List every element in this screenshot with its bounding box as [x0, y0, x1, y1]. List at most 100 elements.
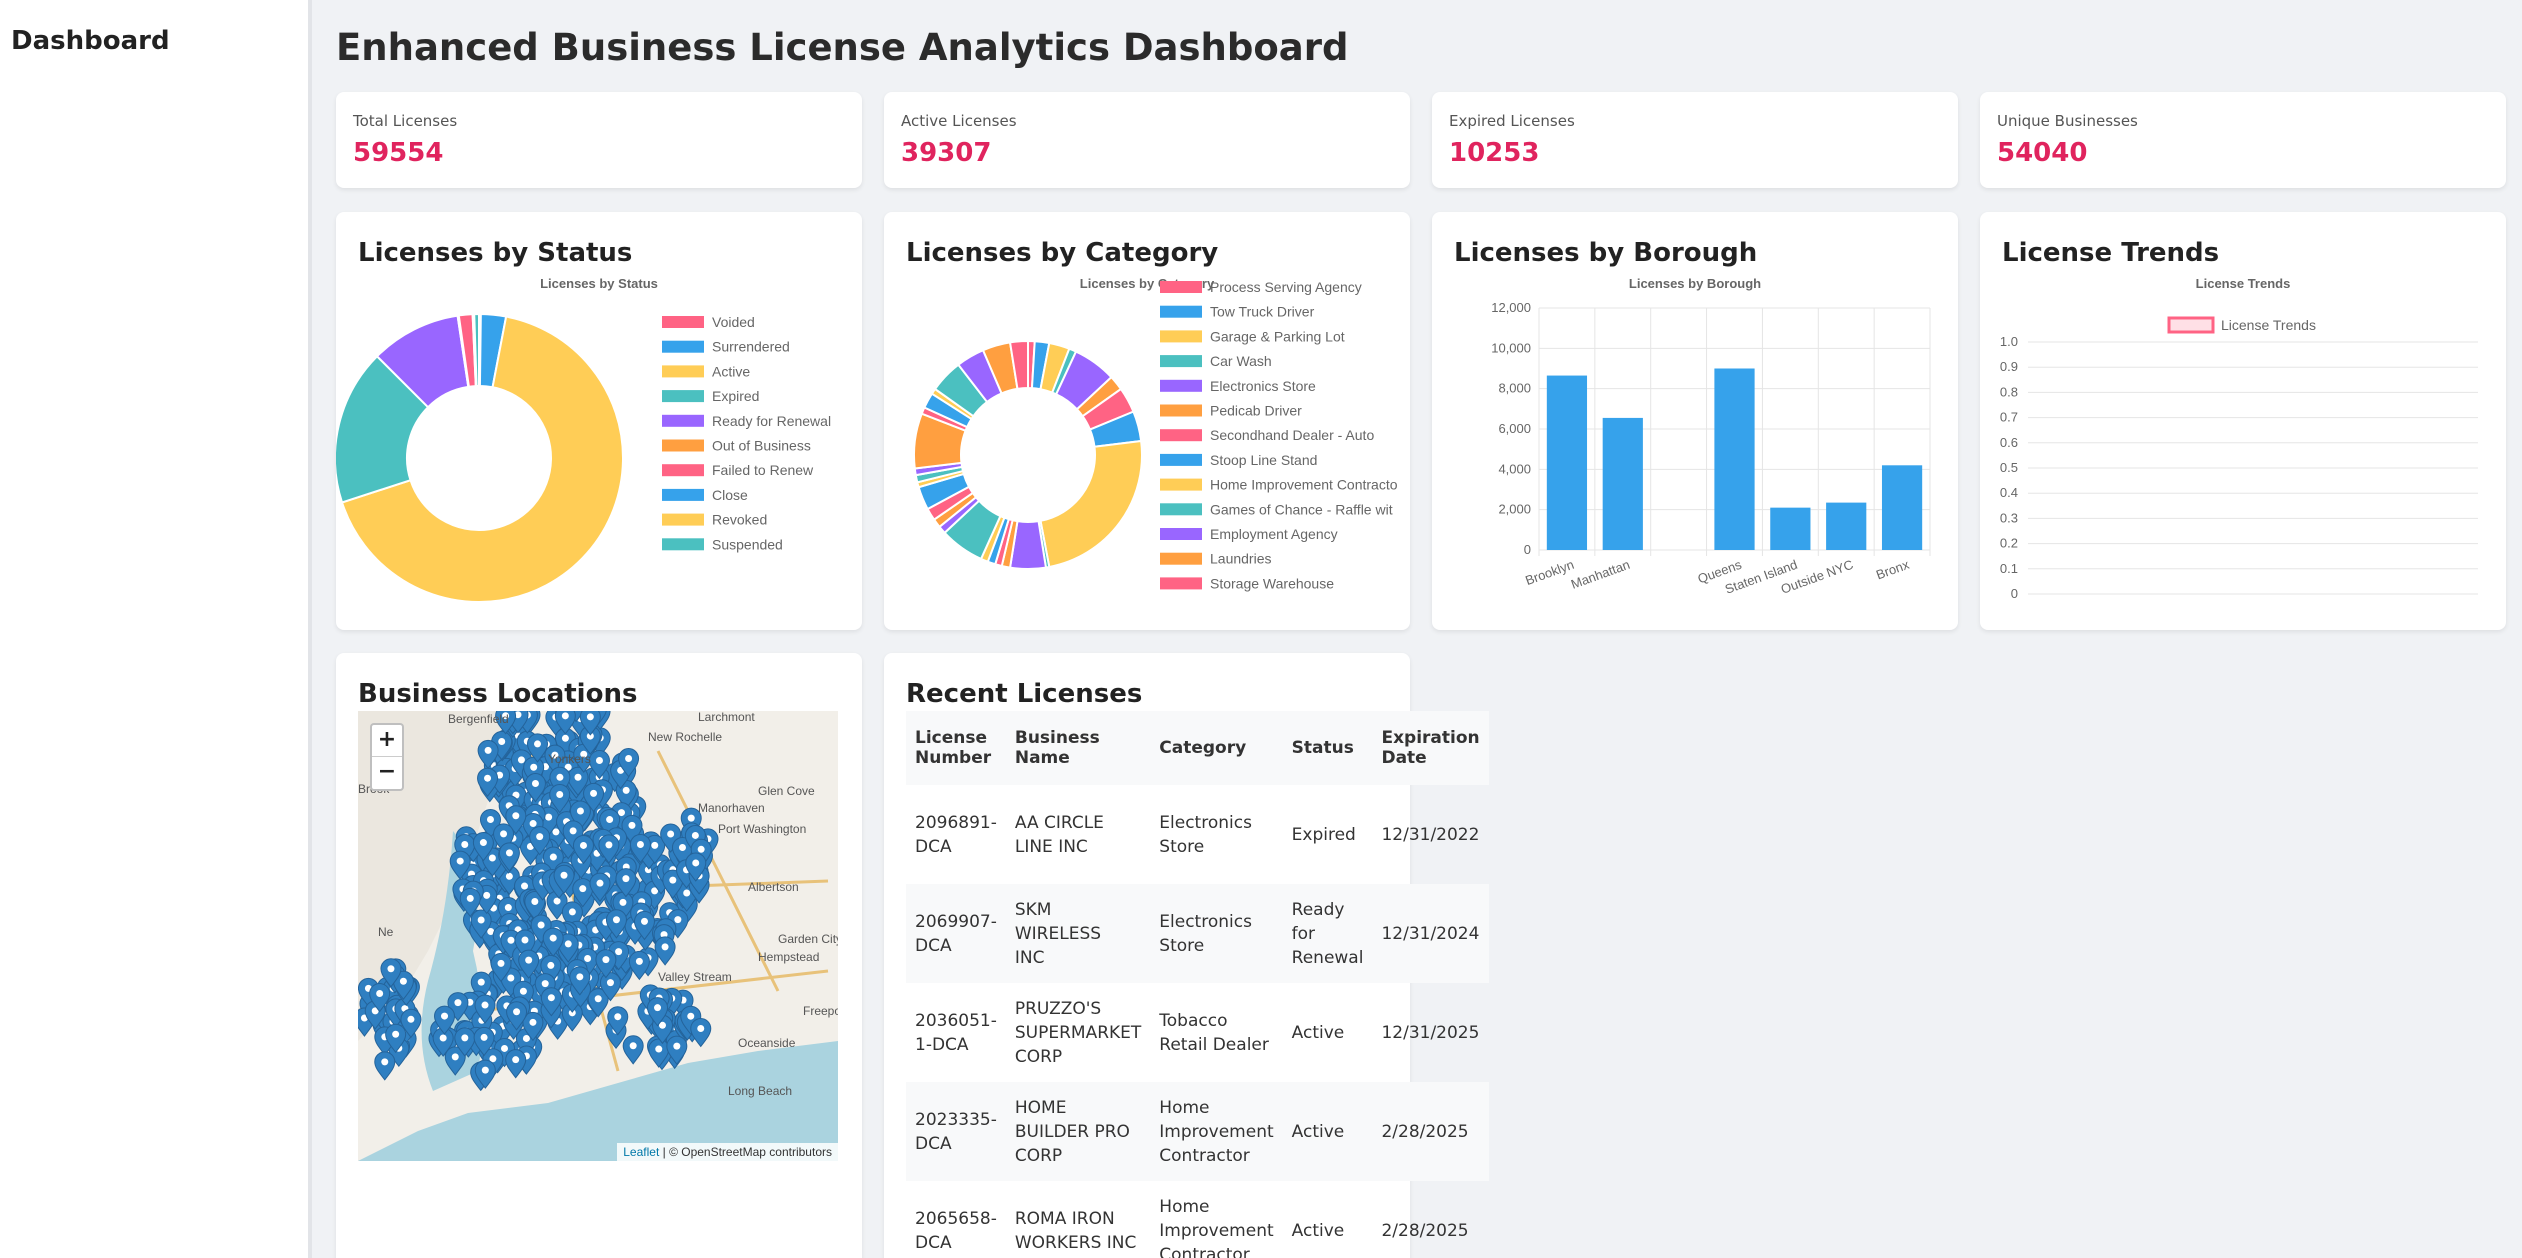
table-row[interactable]: 2023335- DCA HOME BUILDER PRO CORP Home Impr…	[906, 1082, 1489, 1181]
cell-business-name: HOME BUILDER PRO CORP	[1005, 1082, 1151, 1181]
cell-category: Home Improvement Contractor	[1150, 1082, 1283, 1181]
map-marker-dot	[381, 1058, 389, 1066]
cell-category: Home Improvement Contractor	[1159, 1196, 1274, 1258]
bar	[1770, 507, 1811, 550]
col-business-name[interactable]: Business Name	[1005, 711, 1151, 785]
y-tick-label: 6,000	[1498, 421, 1531, 436]
legend-label: Garage & Parking Lot	[1210, 328, 1345, 344]
map-marker-dot	[561, 712, 569, 720]
map-marker-dot	[595, 756, 603, 764]
legend-label: Out of Business	[712, 438, 811, 454]
map-marker-dot	[484, 746, 492, 754]
cell-license-number: 2065658- DCA	[915, 1208, 997, 1253]
status-doughnut-chart[interactable]: Licenses by Status Voided Surrendered Acti…	[336, 212, 862, 630]
y-tick-label: 0.1	[2000, 561, 2018, 576]
zoom-in-button[interactable]: +	[372, 725, 402, 757]
map-marker-dot	[560, 871, 568, 879]
map-marker-dot	[547, 961, 555, 969]
y-tick-label: 12,000	[1491, 300, 1531, 315]
table-row[interactable]: 2065658- DCA ROMA IRON WORKERS INC Home Imp…	[906, 1181, 1489, 1258]
map-view[interactable]: Bergenfield Yonkers New Rochelle Larchmont G…	[358, 711, 838, 1161]
map-marker-dot	[481, 1066, 489, 1074]
col-status[interactable]: Status	[1282, 711, 1373, 785]
legend-swatch	[1160, 552, 1202, 565]
col-category[interactable]: Category	[1150, 711, 1283, 785]
col-expiration-date[interactable]: Expiration Date	[1372, 711, 1489, 785]
legend-label: Suspended	[712, 536, 783, 552]
map-marker-dot	[477, 916, 485, 924]
cell-category: Electronics Store	[1150, 884, 1283, 983]
sidebar-title[interactable]: Dashboard	[11, 26, 170, 56]
y-tick-label: 1.0	[2000, 334, 2018, 349]
map-marker-dot	[531, 897, 539, 905]
table-row[interactable]: 2036051- 1-DCA PRUZZO'S SUPERMARKET CORP To…	[906, 983, 1489, 1082]
map-marker-dot	[674, 916, 682, 924]
cell-status: Active	[1282, 1082, 1373, 1181]
zoom-out-button[interactable]: −	[372, 757, 402, 789]
map-marker-dot	[556, 773, 564, 781]
grid: 0 0.1 0.2 0.3 0.4 0.5 0.6 0.7 0.8 0.9 1.0	[2000, 334, 2478, 601]
y-tick-label: 0	[2011, 586, 2018, 601]
map-marker-dot	[673, 1042, 681, 1050]
legend-label[interactable]: License Trends	[2221, 317, 2316, 333]
legend-label: Voided	[712, 314, 755, 330]
legend-label: Stoop Line Stand	[1210, 452, 1317, 468]
map-marker-dot	[498, 738, 506, 746]
map-marker-dot	[576, 973, 584, 981]
legend-swatch	[1160, 453, 1202, 466]
cell-status: Active	[1291, 1022, 1345, 1043]
table-row[interactable]: 2069907- DCA SKM WIRELESS INC Electronics S…	[906, 884, 1489, 983]
legend-swatch	[1160, 281, 1202, 293]
map-marker-dot	[501, 1044, 509, 1052]
map-marker-dot	[556, 791, 564, 799]
map-marker-dot	[507, 936, 515, 944]
recent-licenses-table: License Number Business Name Category Stat…	[906, 711, 1489, 1258]
map-marker-dot	[505, 849, 513, 857]
map-marker-dot	[622, 786, 630, 794]
map-marker-dot	[655, 1045, 663, 1053]
map-marker-dot	[564, 940, 572, 948]
kpi-value: 54040	[1997, 138, 2088, 168]
y-tick-label: 0	[1524, 542, 1531, 557]
bar	[1602, 417, 1643, 550]
legend-label: Failed to Renew	[712, 462, 814, 478]
map-card: Business Locations Bergenfield Yonkers New…	[336, 653, 862, 1258]
place-label: Port Washington	[718, 822, 806, 836]
legend-swatch	[662, 538, 704, 551]
card-title: Recent Licenses	[906, 679, 1143, 709]
table-header-row: License Number Business Name Category Stat…	[906, 711, 1489, 785]
bar	[1826, 502, 1867, 550]
kpi-label: Unique Businesses	[1997, 112, 2138, 130]
bar	[1546, 375, 1588, 550]
map-marker-dot	[635, 957, 643, 965]
table-wrapper: License Number Business Name Category Stat…	[906, 711, 1489, 1258]
map-marker-dot	[625, 755, 633, 763]
map-marker-dot	[513, 1008, 521, 1016]
map-marker-dot	[574, 773, 582, 781]
map-tiles[interactable]: Bergenfield Yonkers New Rochelle Larchmont G…	[358, 711, 838, 1161]
legend-label: Pedicab Driver	[1210, 403, 1302, 419]
map-marker-dot	[628, 821, 636, 829]
y-tick-label: 8,000	[1498, 381, 1531, 396]
map-marker-dot	[669, 876, 677, 884]
map-marker-dot	[481, 1001, 489, 1009]
legend-swatch	[1160, 305, 1202, 318]
trends-line-chart[interactable]: License Trends License Trends 0 0.1 0.2 0.3…	[1980, 212, 2506, 630]
map-marker-dot	[547, 994, 555, 1002]
map-marker-dot	[454, 999, 462, 1007]
zoom-control: + −	[370, 723, 404, 791]
y-tick-label: 4,000	[1498, 461, 1531, 476]
col-license-number[interactable]: License Number	[906, 711, 1006, 785]
leaflet-link[interactable]: Leaflet	[623, 1145, 659, 1159]
legend-swatch	[662, 390, 704, 403]
legend-swatch	[1160, 503, 1202, 516]
map-marker-dot	[654, 1004, 662, 1012]
kpi-label: Expired Licenses	[1449, 112, 1575, 130]
legend-swatch	[662, 464, 704, 477]
category-doughnut-chart[interactable]: Licenses by Category Process Serving Age…	[884, 212, 1410, 630]
place-label: Garden City	[778, 932, 838, 946]
table-row[interactable]: 2096891- DCA AA CIRCLE LINE INC Electronic…	[906, 785, 1489, 884]
borough-bar-chart[interactable]: Licenses by Borough 0 2,000 4,000 6,000 8,00…	[1432, 212, 1958, 630]
map-attribution: Leaflet | © OpenStreetMap contributors	[617, 1143, 838, 1161]
bar	[1881, 465, 1923, 550]
